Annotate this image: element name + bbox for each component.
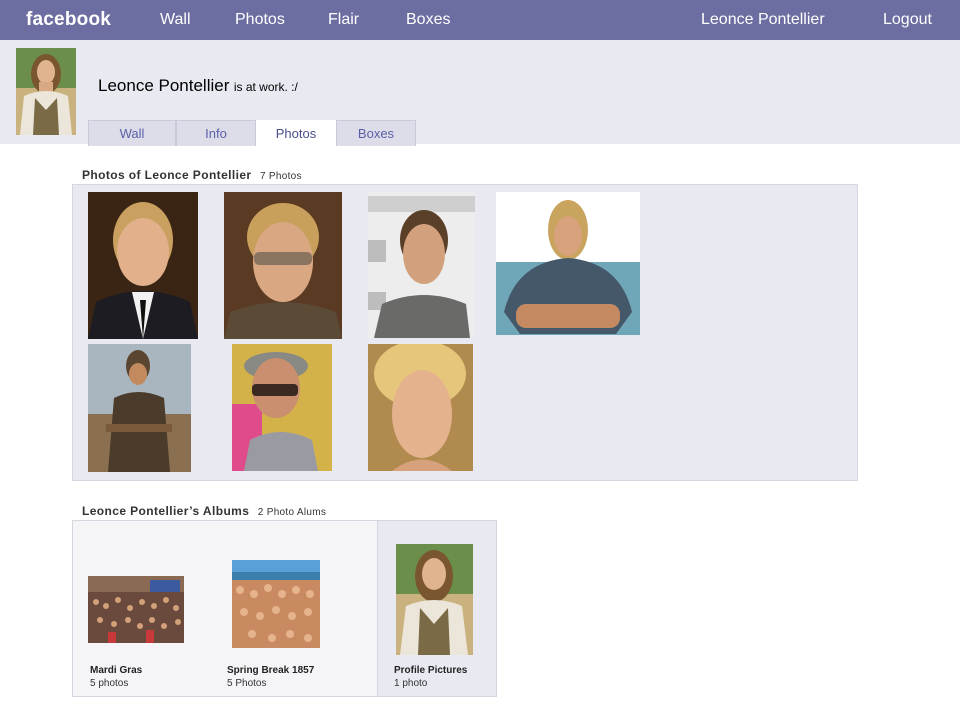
album-photo-count: 1 photo xyxy=(394,678,428,689)
albums-section-header: Leonce Pontellier’s Albums 2 Photo Alums xyxy=(82,502,326,520)
album-photo-count: 5 Photos xyxy=(227,678,267,689)
albums-count: 2 Photo Alums xyxy=(257,507,327,518)
photo-thumbnail[interactable] xyxy=(88,192,198,339)
tab-photos[interactable]: Photos xyxy=(256,120,336,146)
nav-wall-link[interactable]: Wall xyxy=(160,11,191,29)
album-name[interactable]: Spring Break 1857 xyxy=(227,664,314,677)
album-name[interactable]: Mardi Gras xyxy=(90,664,142,677)
albums-section-title: Leonce Pontellier’s Albums xyxy=(82,504,250,518)
album-name[interactable]: Profile Pictures xyxy=(394,664,467,677)
photo-thumbnail[interactable] xyxy=(368,344,473,471)
nav-boxes-link[interactable]: Boxes xyxy=(406,11,450,29)
photos-section-header: Photos of Leonce Pontellier 7 Photos xyxy=(82,166,302,184)
nav-flair-link[interactable]: Flair xyxy=(328,11,359,29)
album-caption-profile-pictures: Profile Pictures 1 photo xyxy=(394,664,467,690)
photo-thumbnail[interactable] xyxy=(232,344,332,471)
album-caption-spring-break: Spring Break 1857 5 Photos xyxy=(227,664,314,690)
profile-name[interactable]: Leonce Pontellier xyxy=(98,76,229,95)
top-navigation-bar: facebook Wall Photos Flair Boxes Leonce … xyxy=(0,0,960,40)
status-text: is at work. :/ xyxy=(233,80,298,94)
tab-wall[interactable]: Wall xyxy=(88,120,176,146)
profile-tabs: Wall Info Photos Boxes xyxy=(88,120,416,146)
facebook-logo[interactable]: facebook xyxy=(26,9,111,31)
profile-status: Leonce Pontellier is at work. :/ xyxy=(98,76,298,96)
photos-count: 7 Photos xyxy=(259,171,302,182)
album-caption-mardi-gras: Mardi Gras 5 photos xyxy=(90,664,142,690)
album-photo-count: 5 photos xyxy=(90,678,129,689)
tab-info[interactable]: Info xyxy=(176,120,256,146)
photos-section-title: Photos of Leonce Pontellier xyxy=(82,168,252,182)
nav-user-link[interactable]: Leonce Pontellier xyxy=(701,11,825,29)
photo-thumbnail[interactable] xyxy=(496,192,640,335)
photo-thumbnail[interactable] xyxy=(368,192,475,338)
profile-avatar[interactable] xyxy=(16,48,76,135)
tab-boxes[interactable]: Boxes xyxy=(336,120,416,146)
album-cover-profile-pictures[interactable] xyxy=(396,544,473,655)
photo-thumbnail[interactable] xyxy=(224,192,342,339)
nav-photos-link[interactable]: Photos xyxy=(235,11,285,29)
logout-link[interactable]: Logout xyxy=(883,11,932,29)
photo-thumbnail[interactable] xyxy=(88,344,191,472)
album-cover-mardi-gras[interactable] xyxy=(88,576,184,643)
album-cover-spring-break[interactable] xyxy=(232,560,320,648)
